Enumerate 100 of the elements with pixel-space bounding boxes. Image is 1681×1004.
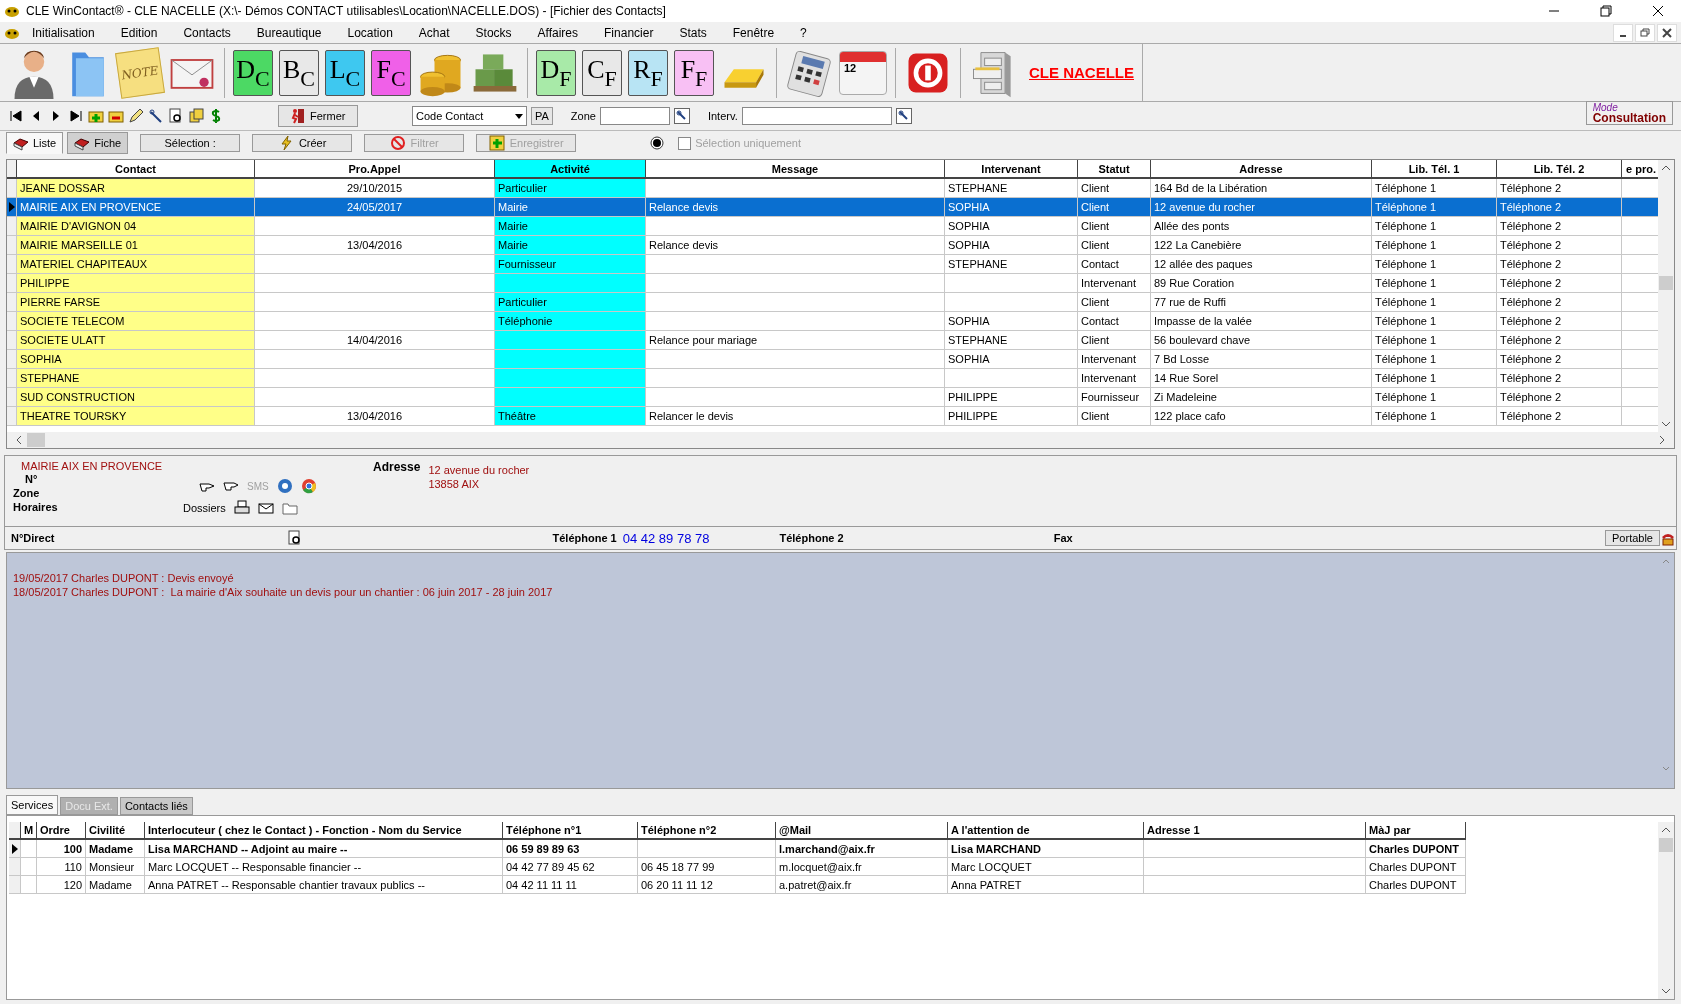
restore-icon[interactable]	[1598, 3, 1614, 19]
field-label: N°	[24, 472, 39, 486]
note-icon[interactable]: NOTE	[115, 46, 165, 99]
table-cell: l.marchand@aix.fr	[776, 840, 948, 858]
close-button[interactable]: Fermer	[278, 105, 358, 127]
menu-item[interactable]: Achat	[406, 25, 464, 40]
column-header[interactable]: Pro.Appel	[255, 160, 495, 179]
view-tab[interactable]: Liste	[6, 132, 64, 154]
scroll-thumb[interactable]	[1659, 838, 1673, 852]
calendar-icon[interactable]: 12	[839, 50, 887, 95]
copy-icon[interactable]	[188, 108, 204, 124]
column-header[interactable]: M	[21, 822, 37, 840]
menu-item[interactable]: Location	[335, 25, 407, 40]
field-label: Zone	[13, 486, 41, 500]
last-record-icon[interactable]	[68, 108, 84, 124]
menu-item[interactable]: ?	[788, 25, 821, 40]
table-cell: Charles DUPONT	[1366, 858, 1466, 876]
column-header[interactable]: Interlocuteur ( chez le Contact ) - Fonction - Nom du Service	[145, 822, 503, 840]
view-tab[interactable]: Fiche	[67, 132, 129, 154]
company-link[interactable]: CLE NACELLE	[1029, 64, 1134, 81]
table-cell: Intervenant	[1078, 350, 1151, 369]
table-cell: Téléphone 2	[1497, 274, 1622, 293]
pencil-icon[interactable]	[128, 108, 144, 124]
table-cell: Client	[1078, 236, 1151, 255]
phone-label: Téléphone 2	[779, 532, 844, 544]
table-cell: Téléphone 1	[1372, 407, 1497, 426]
table-cell: THEATRE TOURSKY	[17, 407, 255, 426]
menu-item[interactable]: Financier	[592, 25, 668, 40]
sort-select[interactable]: Code Contact	[412, 106, 527, 126]
menu-item[interactable]: Stats	[667, 25, 721, 40]
header-corner	[7, 160, 17, 179]
mobile-button[interactable]: Portable	[1605, 530, 1660, 546]
table-cell: Marc LOCQUET	[948, 858, 1144, 876]
menu-item[interactable]: Stocks	[463, 25, 526, 40]
row-selector[interactable]	[9, 840, 21, 858]
table-cell: Téléphone 1	[1372, 274, 1497, 293]
menu-item[interactable]: Contacts	[171, 25, 245, 40]
column-header[interactable]: @Mail	[776, 822, 948, 840]
column-header[interactable]: Contact	[17, 160, 255, 179]
action-button[interactable]: Créer	[252, 134, 353, 152]
radio-icon[interactable]	[650, 136, 665, 150]
interv-field[interactable]	[741, 107, 892, 125]
table-cell: Madame	[86, 876, 145, 894]
column-header[interactable]: MàJ par	[1366, 822, 1466, 840]
folder-icon[interactable]	[281, 500, 298, 516]
table-cell: 06 20 11 11 12	[638, 876, 776, 894]
column-header[interactable]: Adresse	[1151, 160, 1372, 179]
column-header[interactable]: Intervenant	[945, 160, 1078, 179]
column-header[interactable]: Lib. Tél. 2	[1497, 160, 1622, 179]
table-cell: 06 45 18 77 99	[638, 858, 776, 876]
browser-icon[interactable]	[300, 478, 317, 494]
table-cell: 100	[37, 840, 86, 858]
zone-field[interactable]	[599, 107, 670, 125]
column-header[interactable]: Message	[646, 160, 945, 179]
preview-icon[interactable]	[168, 108, 184, 124]
column-header[interactable]: Téléphone n°2	[638, 822, 776, 840]
menu-item[interactable]: Fenêtre	[720, 25, 789, 40]
menu-item[interactable]: Edition	[108, 25, 172, 40]
minimize-icon[interactable]	[1613, 23, 1633, 42]
row-pointer-icon	[11, 843, 18, 854]
tab[interactable]: Services	[6, 795, 59, 815]
restore-icon[interactable]	[1635, 23, 1655, 42]
preview-icon[interactable]	[286, 530, 303, 546]
address-line: 13858 AIX	[428, 477, 481, 491]
action-button[interactable]: Sélection :	[140, 134, 241, 152]
remove-folder-icon[interactable]	[108, 108, 124, 124]
table-cell: Anna PATRET	[948, 876, 1144, 894]
table-cell: Téléphone 1	[1372, 236, 1497, 255]
table-cell: SOPHIA	[945, 350, 1078, 369]
picker-icon[interactable]	[673, 108, 690, 124]
column-header[interactable]: Lib. Tél. 1	[1372, 160, 1497, 179]
picker-icon[interactable]	[895, 108, 912, 124]
column-header[interactable]: A l'attention de	[948, 822, 1144, 840]
column-header[interactable]: Ordre	[37, 822, 86, 840]
scroll-thumb[interactable]	[27, 433, 45, 447]
column-header[interactable]: Téléphone n°1	[503, 822, 638, 840]
envelope-icon[interactable]	[257, 500, 274, 516]
table-cell: Téléphone 1	[1372, 293, 1497, 312]
table-cell: Lisa MARCHAND -- Adjoint au maire --	[145, 840, 503, 858]
close-icon[interactable]	[1650, 3, 1666, 19]
column-header[interactable]: Activité	[495, 160, 646, 179]
table-cell: 13/04/2016	[255, 407, 495, 426]
pa-button[interactable]: PA	[531, 107, 553, 125]
scroll-thumb[interactable]	[1659, 276, 1673, 290]
table-cell: Téléphone 1	[1372, 312, 1497, 331]
table-cell: SOPHIA	[17, 350, 255, 369]
globe-icon[interactable]	[276, 478, 293, 494]
first-record-icon[interactable]	[8, 108, 24, 124]
close-icon[interactable]	[1657, 23, 1677, 42]
app-logo-icon	[4, 4, 20, 18]
column-header[interactable]: Statut	[1078, 160, 1151, 179]
column-header[interactable]: Civilité	[86, 822, 145, 840]
tab[interactable]: Contacts liés	[119, 797, 193, 815]
table-cell: Téléphone 2	[1497, 198, 1622, 217]
menu-item[interactable]: Affaires	[525, 25, 593, 40]
menu-item[interactable]: Bureautique	[244, 25, 336, 40]
column-header[interactable]: Adresse 1	[1144, 822, 1366, 840]
table-cell: 77 rue de Ruffi	[1151, 293, 1372, 312]
table-cell: 13/04/2016	[255, 236, 495, 255]
menu-item[interactable]: Initialisation	[20, 25, 109, 40]
